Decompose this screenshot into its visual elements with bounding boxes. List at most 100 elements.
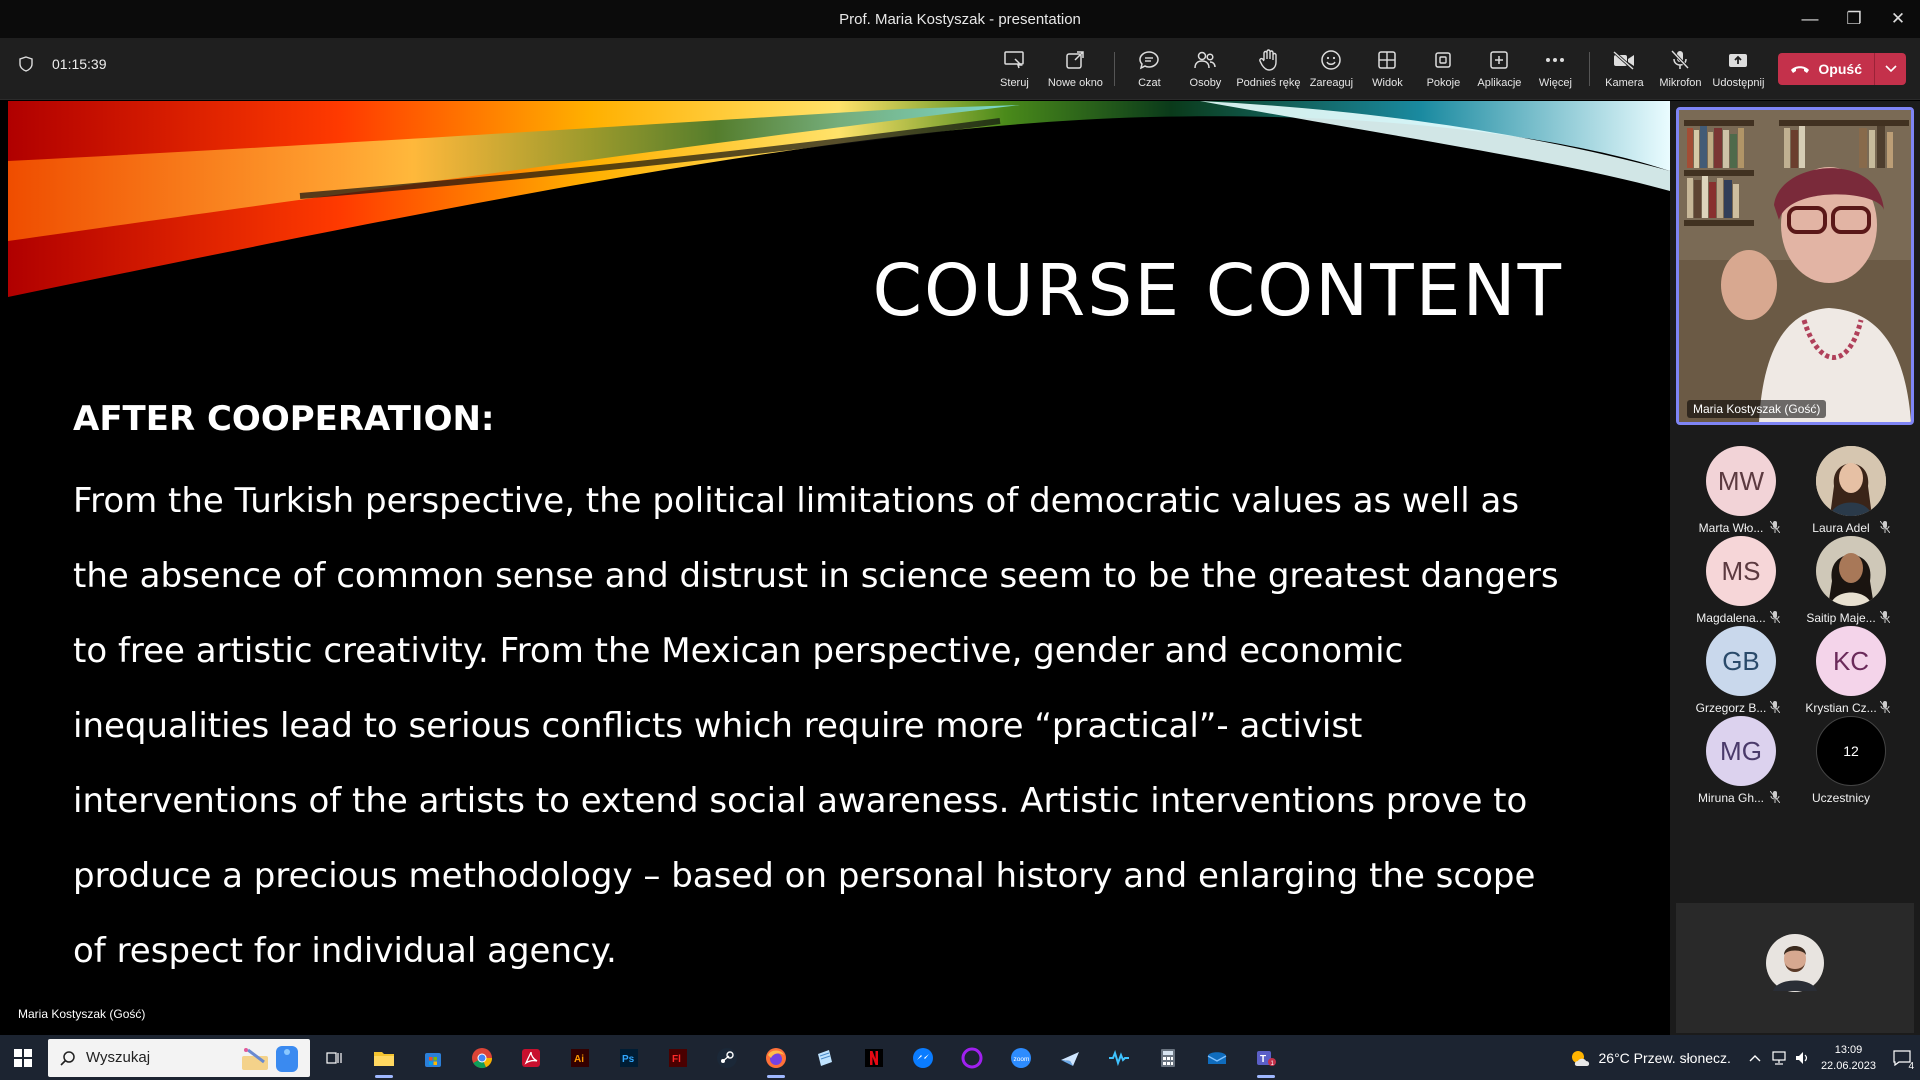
avatar-photo — [1816, 536, 1886, 606]
mail-icon — [1207, 1051, 1226, 1064]
rooms-label: Pokoje — [1426, 77, 1461, 89]
store-button[interactable] — [408, 1035, 457, 1080]
illustrator-button[interactable]: Ai — [555, 1035, 604, 1080]
popout-button[interactable]: Nowe okno — [1042, 38, 1108, 100]
avatar-photo — [1816, 446, 1886, 516]
participant-tile[interactable]: GB Grzegorz B... — [1676, 621, 1786, 721]
acrobat-button[interactable] — [506, 1035, 555, 1080]
slide-line: interventions of the artists to extend s… — [73, 781, 1528, 821]
rooms-button[interactable]: Pokoje — [1415, 38, 1471, 100]
shared-screen: COURSE CONTENT AFTER COOPERATION: From t… — [0, 101, 1670, 1035]
participant-tile[interactable]: MG Miruna Gh... — [1676, 711, 1786, 811]
raise-hand-label: Podnieś rękę — [1236, 77, 1301, 89]
search-icon — [60, 1050, 75, 1066]
chrome-button[interactable] — [457, 1035, 506, 1080]
rooms-icon — [1435, 52, 1452, 68]
zoom-button[interactable]: zoom — [996, 1035, 1045, 1080]
notes-button[interactable] — [800, 1035, 849, 1080]
window-controls: — ❐ ✕ — [1788, 0, 1920, 38]
react-button[interactable]: Zareaguj — [1303, 38, 1359, 100]
netflix-button[interactable] — [849, 1035, 898, 1080]
view-button[interactable]: Widok — [1359, 38, 1415, 100]
chevron-down-icon — [1884, 65, 1897, 73]
self-view[interactable] — [1676, 903, 1914, 1033]
avatar: MG — [1706, 716, 1776, 786]
system-tray: 26°C Przew. słonecz. 13:09 22.06.2023 4 — [1569, 1035, 1920, 1080]
participant-tile[interactable]: Saitip Maje... — [1786, 531, 1896, 631]
toolbar-divider — [1114, 52, 1116, 86]
clock[interactable]: 13:09 22.06.2023 — [1821, 1042, 1876, 1074]
leave-main[interactable]: Opuść — [1778, 53, 1874, 85]
task-view-button[interactable] — [310, 1035, 359, 1080]
avatar: GB — [1706, 626, 1776, 696]
timer-text: 01:15:39 — [52, 56, 107, 72]
volume-icon[interactable] — [1795, 1051, 1811, 1065]
firefox-button[interactable] — [751, 1035, 800, 1080]
avatar: MS — [1706, 536, 1776, 606]
apps-button[interactable]: Aplikacje — [1471, 38, 1527, 100]
start-button[interactable] — [0, 1035, 46, 1080]
chevron-up-icon[interactable] — [1749, 1054, 1761, 1062]
flash-button[interactable]: Fl — [653, 1035, 702, 1080]
cortana-button[interactable] — [947, 1035, 996, 1080]
participant-tile[interactable]: KC Krystian Cz... — [1786, 621, 1896, 721]
avatar — [1816, 536, 1886, 606]
messenger-button[interactable] — [898, 1035, 947, 1080]
toolbar-actions: Steruj Nowe okno Czat Osoby Podnieś rękę… — [986, 38, 1920, 100]
teams-button[interactable]: T1 — [1241, 1035, 1290, 1080]
svg-text:T: T — [1260, 1054, 1266, 1065]
chat-button[interactable]: Czat — [1121, 38, 1177, 100]
more-button[interactable]: Więcej — [1527, 38, 1583, 100]
raise-hand-icon — [1259, 49, 1278, 71]
photoshop-button[interactable]: Ps — [604, 1035, 653, 1080]
network-icon[interactable] — [1771, 1050, 1787, 1065]
more-participants-tile[interactable]: 12 Uczestnicy — [1786, 711, 1896, 811]
raise-hand-button[interactable]: Podnieś rękę — [1233, 38, 1303, 100]
illustrator-icon: Ai — [570, 1048, 589, 1067]
wave-button[interactable] — [1094, 1035, 1143, 1080]
participants-panel: Maria Kostyszak (Gość) MW Marta Wło... L… — [1670, 101, 1920, 1035]
participants-label: Uczestnicy — [1811, 791, 1870, 805]
search-placeholder: Wyszukaj — [86, 1049, 151, 1066]
camera-off-icon — [1613, 50, 1635, 70]
avatar: KC — [1816, 626, 1886, 696]
camera-button[interactable]: Kamera — [1596, 38, 1652, 100]
mic-off-icon — [1671, 49, 1690, 70]
app-button[interactable] — [1045, 1035, 1094, 1080]
wave-icon — [1108, 1049, 1129, 1066]
chat-icon — [1139, 51, 1160, 70]
people-button[interactable]: Osoby — [1177, 38, 1233, 100]
store-icon — [424, 1052, 441, 1067]
slide-body: From the Turkish perspective, the politi… — [73, 464, 1573, 989]
file-explorer-button[interactable] — [359, 1035, 408, 1080]
calculator-button[interactable] — [1143, 1035, 1192, 1080]
toolbar-divider — [1589, 52, 1591, 86]
share-button[interactable]: Udostępnij — [1708, 38, 1768, 100]
control-button[interactable]: Steruj — [986, 38, 1042, 100]
restore-icon[interactable]: ❐ — [1832, 0, 1876, 38]
participant-tile[interactable]: MW Marta Wło... — [1676, 441, 1786, 541]
svg-text:Ps: Ps — [622, 1054, 635, 1065]
notifications-button[interactable]: 4 — [1884, 1035, 1920, 1080]
meeting-toolbar: 01:15:39 Steruj Nowe okno Czat Osoby Pod… — [0, 38, 1920, 100]
notes-icon — [817, 1049, 832, 1066]
presenter-video[interactable]: Maria Kostyszak (Gość) — [1676, 107, 1914, 425]
weather-text[interactable]: 26°C Przew. słonecz. — [1599, 1050, 1731, 1066]
slide-line: From the Turkish perspective, the politi… — [73, 481, 1520, 521]
minimize-icon[interactable]: — — [1788, 0, 1832, 38]
file-explorer-icon — [373, 1051, 394, 1066]
mail-button[interactable] — [1192, 1035, 1241, 1080]
more-icon — [1546, 58, 1565, 62]
steam-button[interactable] — [702, 1035, 751, 1080]
leave-options-button[interactable] — [1874, 53, 1906, 85]
slide-line: inequalities lead to serious conflicts w… — [73, 706, 1363, 746]
leave-button[interactable]: Opuść — [1778, 53, 1906, 85]
close-icon[interactable]: ✕ — [1876, 0, 1920, 38]
slide-heading: AFTER COOPERATION: — [73, 399, 495, 439]
firefox-icon — [765, 1047, 786, 1068]
mic-button[interactable]: Mikrofon — [1652, 38, 1708, 100]
participant-tile[interactable]: MS Magdalena... — [1676, 531, 1786, 631]
taskbar-search[interactable]: Wyszukaj — [48, 1038, 310, 1077]
participant-tile[interactable]: Laura Adel — [1786, 441, 1896, 541]
zoom-icon: zoom — [1010, 1047, 1031, 1068]
